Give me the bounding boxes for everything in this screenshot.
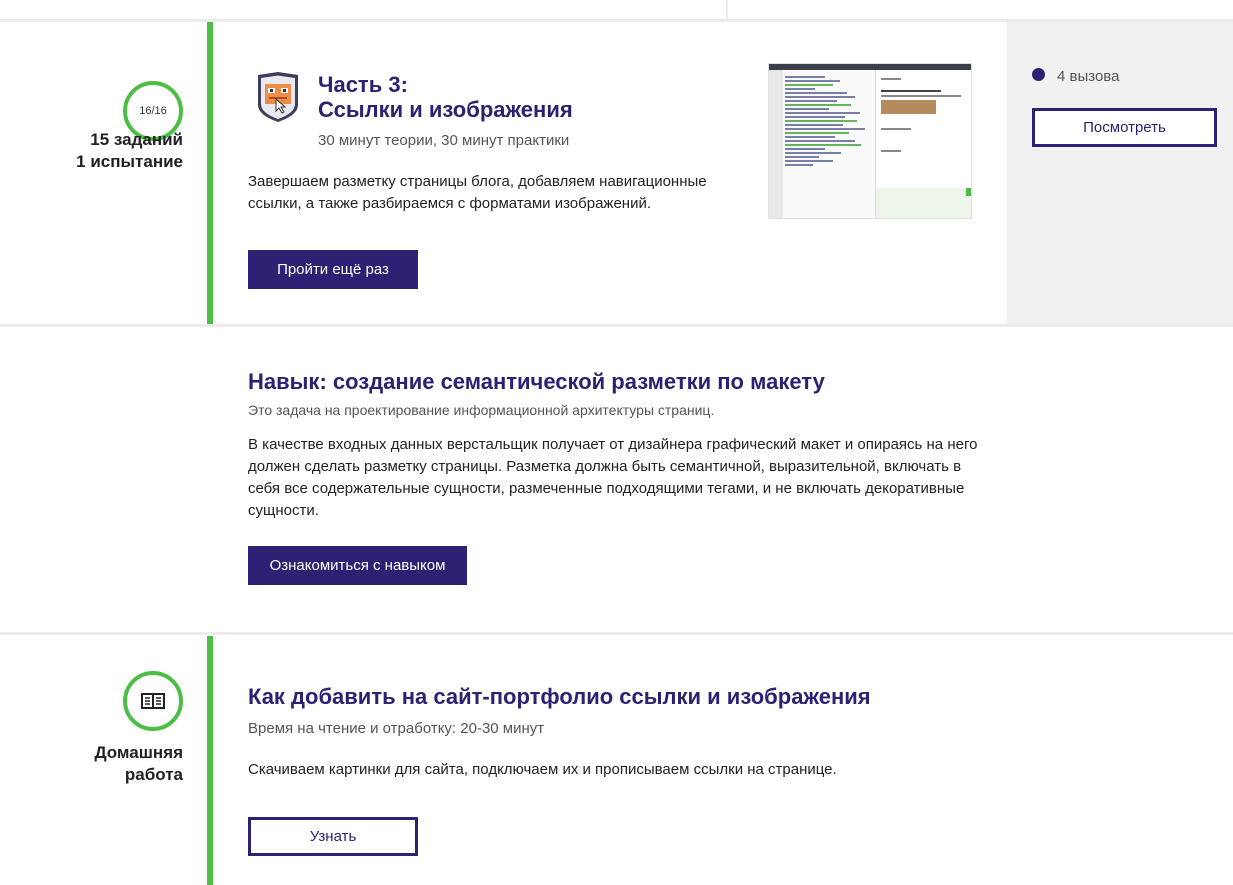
shield-badge-icon	[258, 72, 298, 122]
part-title[interactable]: Часть 3: Ссылки и изображения	[318, 72, 738, 122]
learn-skill-button[interactable]: Ознакомиться с навыком	[248, 546, 467, 585]
skill-title: Навык: создание семантической разметки п…	[248, 369, 825, 394]
part-title-line2: Ссылки и изображения	[318, 97, 573, 122]
homework-label-line2: работа	[124, 765, 183, 784]
tasks-count: 15 заданий	[90, 130, 183, 149]
view-button[interactable]: Посмотреть	[1032, 108, 1217, 147]
homework-duration: Время на чтение и отработку: 20-30 минут	[248, 720, 545, 737]
part-duration: 30 минут теории, 30 минут практики	[318, 132, 570, 149]
homework-title: Как добавить на сайт-портфолио ссылки и …	[248, 684, 871, 709]
skill-description: В качестве входных данных верстальщик по…	[248, 436, 978, 519]
retry-button[interactable]: Пройти ещё раз	[248, 250, 418, 289]
homework-circle	[123, 671, 183, 731]
homework-description: Скачиваем картинки для сайта, подключаем…	[248, 761, 837, 778]
part-title-line1: Часть 3:	[318, 72, 408, 97]
calls-bullet	[1032, 68, 1045, 81]
part-meta: 15 заданий 1 испытание	[76, 129, 183, 173]
progress-text: 16/16	[139, 105, 167, 117]
book-icon	[141, 693, 165, 710]
homework-label: Домашняя работа	[94, 742, 183, 786]
skill-subtitle: Это задача на проектирование информацион…	[248, 402, 715, 418]
learn-homework-button[interactable]: Узнать	[248, 817, 418, 856]
section-divider	[0, 632, 1233, 635]
timeline-line-bottom	[207, 636, 213, 885]
calls-count: 4 вызова	[1057, 68, 1120, 85]
previous-section-strip	[0, 0, 1233, 22]
part-card: 16/16 15 заданий 1 испытание Часть 3: Сс…	[0, 22, 1233, 327]
part-preview-thumbnail[interactable]	[768, 63, 972, 219]
trials-count: 1 испытание	[76, 152, 183, 171]
homework-label-line1: Домашняя	[94, 743, 183, 762]
part-description: Завершаем разметку страницы блога, добав…	[248, 173, 707, 212]
